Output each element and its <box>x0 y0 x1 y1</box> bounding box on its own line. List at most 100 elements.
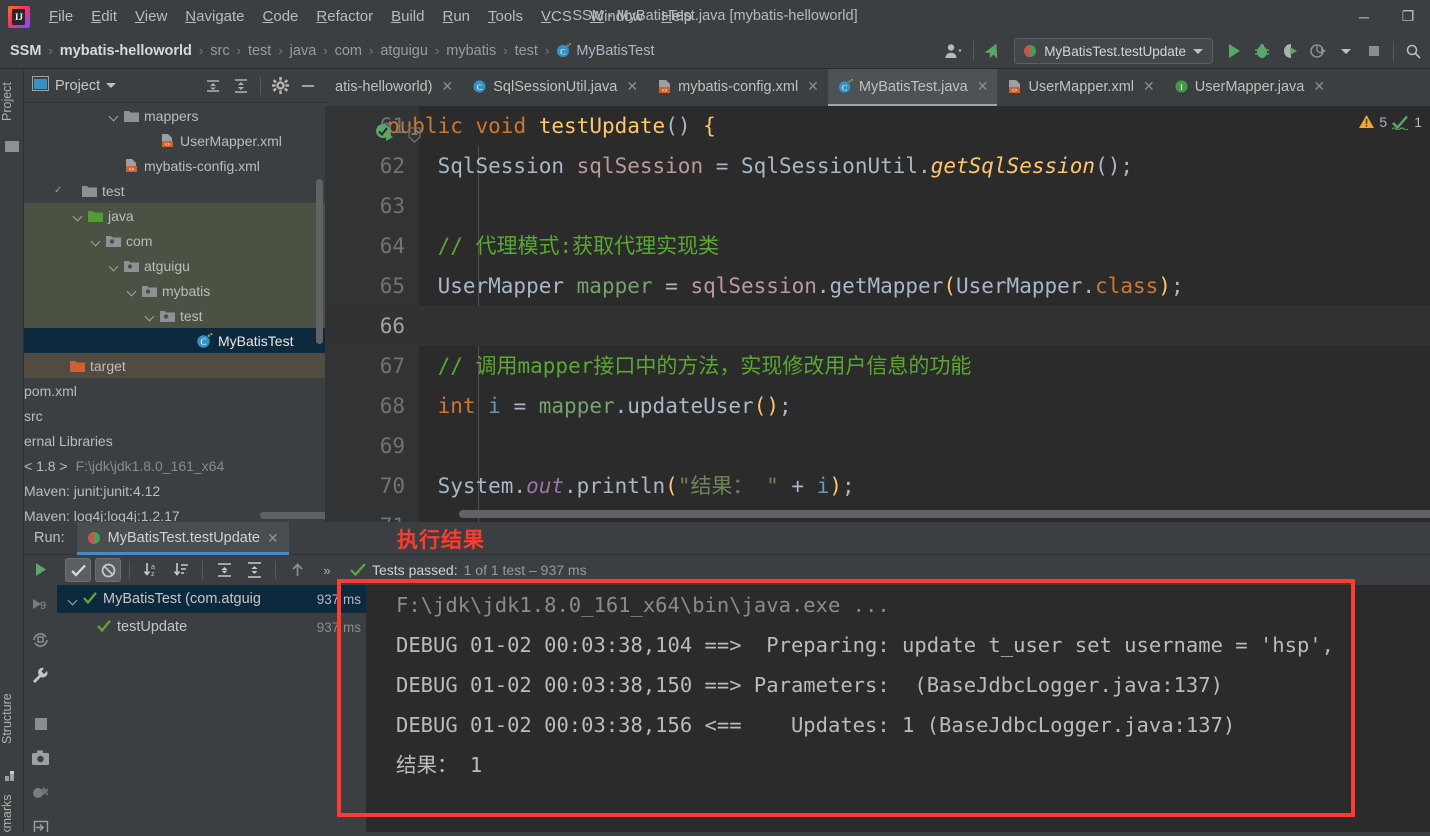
chevron-down-icon[interactable] <box>108 109 121 122</box>
toggle-auto-test-icon[interactable] <box>31 631 50 654</box>
gear-icon[interactable] <box>267 73 293 99</box>
tree-node-mybatistest[interactable]: C MyBatisTest <box>24 328 325 353</box>
breadcrumb-item-src[interactable]: src <box>210 43 229 59</box>
tree-node-mybatis-config-xml[interactable]: <> mybatis-config.xml <box>24 153 325 178</box>
editor-tab-usermapper-java[interactable]: I UserMapper.java ✕ <box>1164 69 1334 106</box>
tree-node-pom-xml[interactable]: pom.xml <box>24 378 325 403</box>
close-icon[interactable]: ✕ <box>442 78 454 95</box>
breadcrumb-item-ssm[interactable]: SSM <box>10 43 41 59</box>
settings-wrench-icon[interactable] <box>31 667 50 690</box>
project-tree[interactable]: mappers <> UserMapper.xml <> mybatis-config.… <box>24 103 325 522</box>
chevron-down-icon[interactable] <box>90 234 103 247</box>
tree-node-src[interactable]: src <box>24 403 325 428</box>
chevron-down-icon[interactable] <box>126 284 139 297</box>
editor-tab-mybatis-config-xml[interactable]: <> mybatis-config.xml ✕ <box>647 69 828 106</box>
chevron-down-icon[interactable] <box>144 309 157 322</box>
tree-node-test[interactable]: ✓ test <box>24 178 325 203</box>
run-tab-mybatistest[interactable]: MyBatisTest.testUpdate ✕ <box>76 521 289 555</box>
debug-icon[interactable] <box>1249 38 1275 64</box>
tree-node-java[interactable]: java <box>24 203 325 228</box>
code-fold-icon[interactable] <box>407 117 422 143</box>
menu-item-tools[interactable]: Tools <box>479 5 532 28</box>
tree-node-com[interactable]: com <box>24 228 325 253</box>
menu-item-edit[interactable]: Edit <box>82 5 126 28</box>
hide-ignored-icon[interactable] <box>95 558 121 582</box>
editor-tab-sqlsessionutil-java[interactable]: C SqlSessionUtil.java ✕ <box>462 69 647 106</box>
tool-window-structure[interactable]: Structure <box>0 679 24 759</box>
profiler-icon[interactable] <box>1305 38 1331 64</box>
menu-item-window[interactable]: Window <box>581 5 652 28</box>
stop-icon[interactable] <box>33 716 49 737</box>
screenshot-icon[interactable] <box>31 750 50 771</box>
search-everywhere-icon[interactable] <box>1400 38 1426 64</box>
chevron-down-icon[interactable] <box>72 209 85 222</box>
test-row-mybatistest-com-atguig[interactable]: MyBatisTest (com.atguig 937 ms <box>57 585 367 613</box>
tree-node--1-8-[interactable]: < 1.8 > F:\jdk\jdk1.8.0_161_x64 <box>24 453 325 478</box>
project-tree-scrollbar[interactable] <box>316 179 323 344</box>
breadcrumb-item-java[interactable]: java <box>290 43 317 59</box>
tree-node-atguigu[interactable]: atguigu <box>24 253 325 278</box>
menu-item-run[interactable]: Run <box>433 5 479 28</box>
breadcrumb-item-mybatis[interactable]: mybatis <box>446 43 496 59</box>
editor-hscrollbar[interactable] <box>459 510 1430 518</box>
tree-node-maven-junit-junit-4-12[interactable]: Maven: junit:junit:4.12 <box>24 478 325 503</box>
tree-node-mybatis[interactable]: mybatis <box>24 278 325 303</box>
update-project-icon[interactable] <box>980 38 1006 64</box>
profiler-dropdown-icon[interactable] <box>1333 38 1359 64</box>
editor-tab-mybatistest-java[interactable]: C MyBatisTest.java ✕ <box>827 69 998 106</box>
sort-by-duration-icon[interactable] <box>168 558 194 582</box>
menu-item-code[interactable]: Code <box>254 5 308 28</box>
rerun-failed-icon[interactable]: 9 <box>31 596 50 618</box>
breadcrumb-item-test[interactable]: test <box>248 43 271 59</box>
sort-alphabetically-icon[interactable]: az <box>138 558 164 582</box>
chevron-down-icon[interactable] <box>67 593 80 606</box>
more-options-icon[interactable]: » <box>314 558 340 582</box>
tree-node-test[interactable]: test <box>24 303 325 328</box>
menu-item-navigate[interactable]: Navigate <box>176 5 253 28</box>
breadcrumb-item-mybatis-helloworld[interactable]: mybatis-helloworld <box>60 43 192 59</box>
breadcrumb-item-atguigu[interactable]: atguigu <box>380 43 428 59</box>
collapse-all-icon[interactable] <box>241 558 267 582</box>
close-icon[interactable]: ✕ <box>807 78 819 95</box>
previous-failed-icon[interactable] <box>284 558 310 582</box>
run-configuration-selector[interactable]: MyBatisTest.testUpdate <box>1014 38 1213 64</box>
mute-breakpoints-icon[interactable] <box>31 784 50 806</box>
user-settings-icon[interactable] <box>941 38 967 64</box>
tree-node-ernal-libraries[interactable]: ernal Libraries <box>24 428 325 453</box>
tool-window-bookmarks[interactable]: Bookmarks <box>0 791 24 836</box>
menu-item-help[interactable]: Help <box>652 5 701 28</box>
menu-item-build[interactable]: Build <box>382 5 433 28</box>
tree-node-usermapper-xml[interactable]: <> UserMapper.xml <box>24 128 325 153</box>
tree-node-target[interactable]: target <box>24 353 325 378</box>
inspection-widget[interactable]: 5 1 <box>1358 114 1422 130</box>
close-icon[interactable]: ✕ <box>1313 78 1325 95</box>
close-icon[interactable]: ✕ <box>1143 78 1155 95</box>
tool-window-project[interactable]: Project <box>0 73 24 131</box>
collapse-all-icon[interactable] <box>228 73 254 99</box>
menu-item-refactor[interactable]: Refactor <box>307 5 382 28</box>
close-icon[interactable]: ✕ <box>267 530 279 547</box>
menu-item-vcs[interactable]: VCS <box>532 5 581 28</box>
chevron-down-icon[interactable] <box>108 259 121 272</box>
close-icon[interactable]: ✕ <box>626 78 638 95</box>
menu-item-view[interactable]: View <box>126 5 176 28</box>
close-icon[interactable]: ✕ <box>977 78 989 95</box>
breadcrumb-item-test[interactable]: test <box>515 43 538 59</box>
run-icon[interactable] <box>1221 38 1247 64</box>
console-output[interactable]: F:\jdk\jdk1.8.0_161_x64\bin\java.exe ...… <box>366 585 1430 836</box>
breadcrumb-item-com[interactable]: com <box>335 43 362 59</box>
tree-node-mappers[interactable]: mappers <box>24 103 325 128</box>
expand-all-icon[interactable] <box>200 73 226 99</box>
project-view-chevron-icon[interactable] <box>106 83 117 88</box>
minimize-button[interactable]: ─ <box>1342 0 1386 33</box>
show-passed-icon[interactable] <box>65 558 91 582</box>
code-editor[interactable]: 61 public void testUpdate() {62 SqlSessio… <box>325 106 1430 522</box>
expand-all-icon[interactable] <box>211 558 237 582</box>
editor-tab-atis-helloworld-[interactable]: atis-helloworld) ✕ <box>325 69 462 106</box>
editor-tab-usermapper-xml[interactable]: <> UserMapper.xml ✕ <box>997 69 1163 106</box>
stop-icon[interactable] <box>1361 38 1387 64</box>
breadcrumb-item-mybatistest[interactable]: MyBatisTest <box>576 43 654 59</box>
menu-item-file[interactable]: File <box>40 5 82 28</box>
run-with-coverage-icon[interactable] <box>1277 38 1303 64</box>
hide-panel-icon[interactable] <box>295 73 321 99</box>
